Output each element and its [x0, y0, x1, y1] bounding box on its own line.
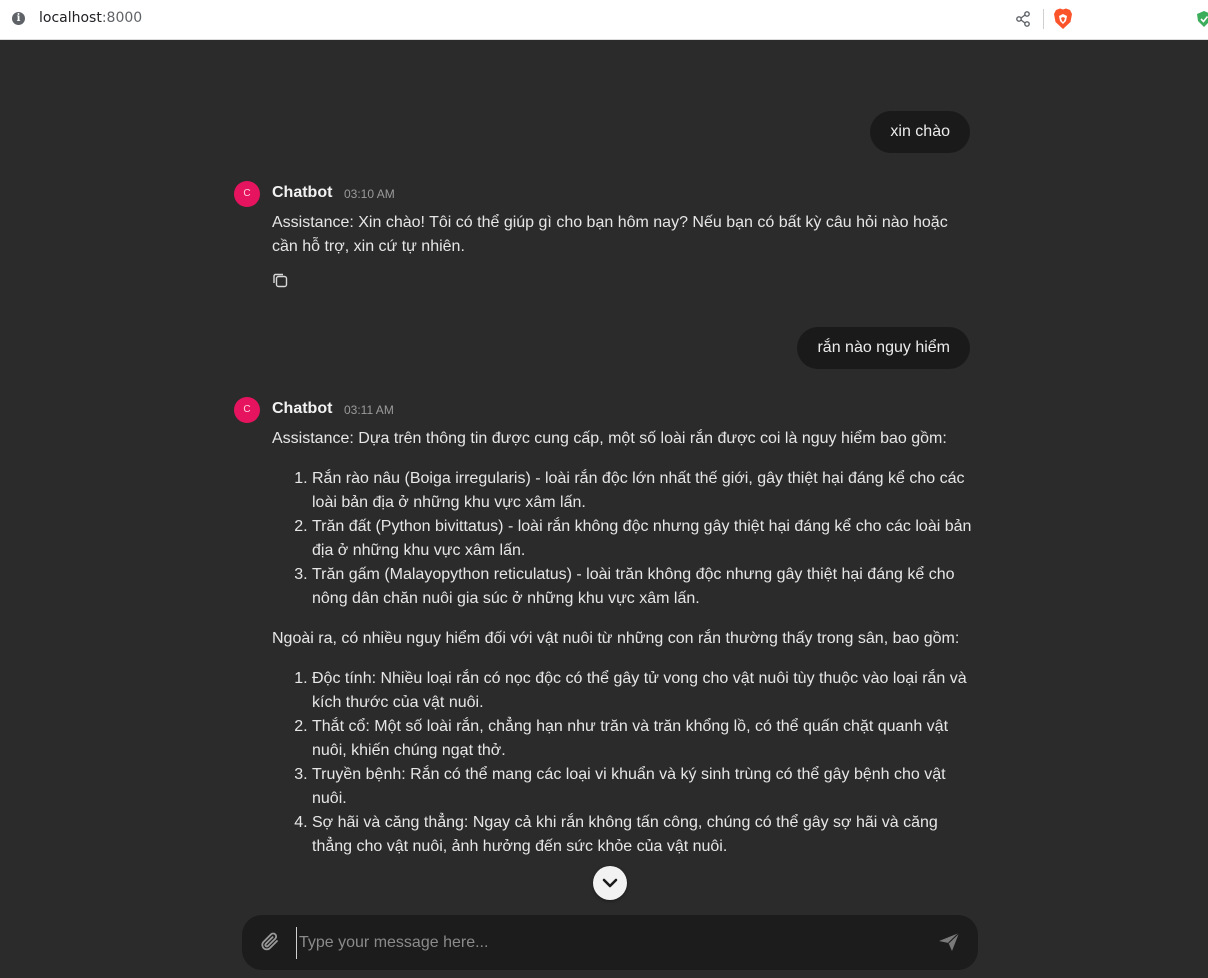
message-time: 03:10 AM [344, 187, 395, 201]
list-item: Sợ hãi và căng thẳng: Ngay cả khi rắn kh… [312, 811, 972, 859]
avatar: C [234, 397, 260, 423]
message-body: Assistance: Xin chào! Tôi có thể giúp gì… [272, 211, 972, 275]
numbered-list: Rắn rào nâu (Boiga irregularis) - loài r… [272, 467, 972, 611]
bot-message: C Chatbot 03:11 AM Assistance: Dựa trên … [234, 397, 974, 900]
user-message: rắn nào nguy hiểm [797, 327, 970, 369]
paperclip-icon[interactable] [259, 931, 281, 953]
brave-icon[interactable] [1053, 8, 1073, 30]
chat-area[interactable]: xin chào C Chatbot 03:10 AM Assistance: … [0, 40, 1208, 900]
message-paragraph: Assistance: Xin chào! Tôi có thể giúp gì… [272, 214, 948, 255]
list-item: Thắt cổ: Một số loài rắn, chẳng hạn như … [312, 715, 972, 763]
info-icon[interactable]: i [12, 12, 25, 25]
list-item: Trăn đất (Python bivittatus) - loài rắn … [312, 515, 972, 563]
url-host: localhost [39, 10, 102, 26]
bot-message: C Chatbot 03:10 AM Assistance: Xin chào!… [234, 181, 974, 301]
address-bar[interactable]: i localhost:8000 [0, 0, 1080, 38]
message-time: 03:11 AM [344, 403, 394, 417]
message-paragraph: Assistance: Dựa trên thông tin được cung… [272, 430, 947, 447]
shield-check-icon[interactable] [1196, 10, 1208, 28]
user-message: xin chào [870, 111, 970, 153]
copy-icon[interactable] [272, 272, 288, 288]
url-text[interactable]: localhost:8000 [39, 10, 142, 26]
user-message-text: xin chào [890, 123, 950, 140]
list-item: Rắn rào nâu (Boiga irregularis) - loài r… [312, 467, 972, 515]
avatar: C [234, 181, 260, 207]
bot-name: Chatbot [272, 400, 333, 417]
url-port: :8000 [101, 10, 143, 26]
message-paragraph: Ngoài ra, có nhiều nguy hiểm đối với vật… [272, 630, 960, 647]
message-input[interactable] [296, 927, 921, 959]
list-item: Độc tính: Nhiều loại rắn có nọc độc có t… [312, 667, 972, 715]
send-icon[interactable] [938, 932, 960, 952]
chevron-down-icon [602, 878, 618, 888]
scroll-down-button[interactable] [593, 866, 627, 900]
share-icon[interactable] [1014, 10, 1032, 28]
numbered-list: Độc tính: Nhiều loại rắn có nọc độc có t… [272, 667, 972, 859]
list-item: Truyền bệnh: Rắn có thể mang các loại vi… [312, 763, 972, 811]
toolbar-divider [1043, 9, 1044, 29]
bot-name: Chatbot [272, 184, 333, 201]
message-body: Assistance: Dựa trên thông tin được cung… [272, 427, 972, 875]
list-item: Trăn gấm (Malayopython reticulatus) - lo… [312, 563, 972, 611]
user-message-text: rắn nào nguy hiểm [817, 339, 950, 356]
browser-toolbar: i localhost:8000 [0, 0, 1208, 40]
message-composer [242, 915, 978, 970]
